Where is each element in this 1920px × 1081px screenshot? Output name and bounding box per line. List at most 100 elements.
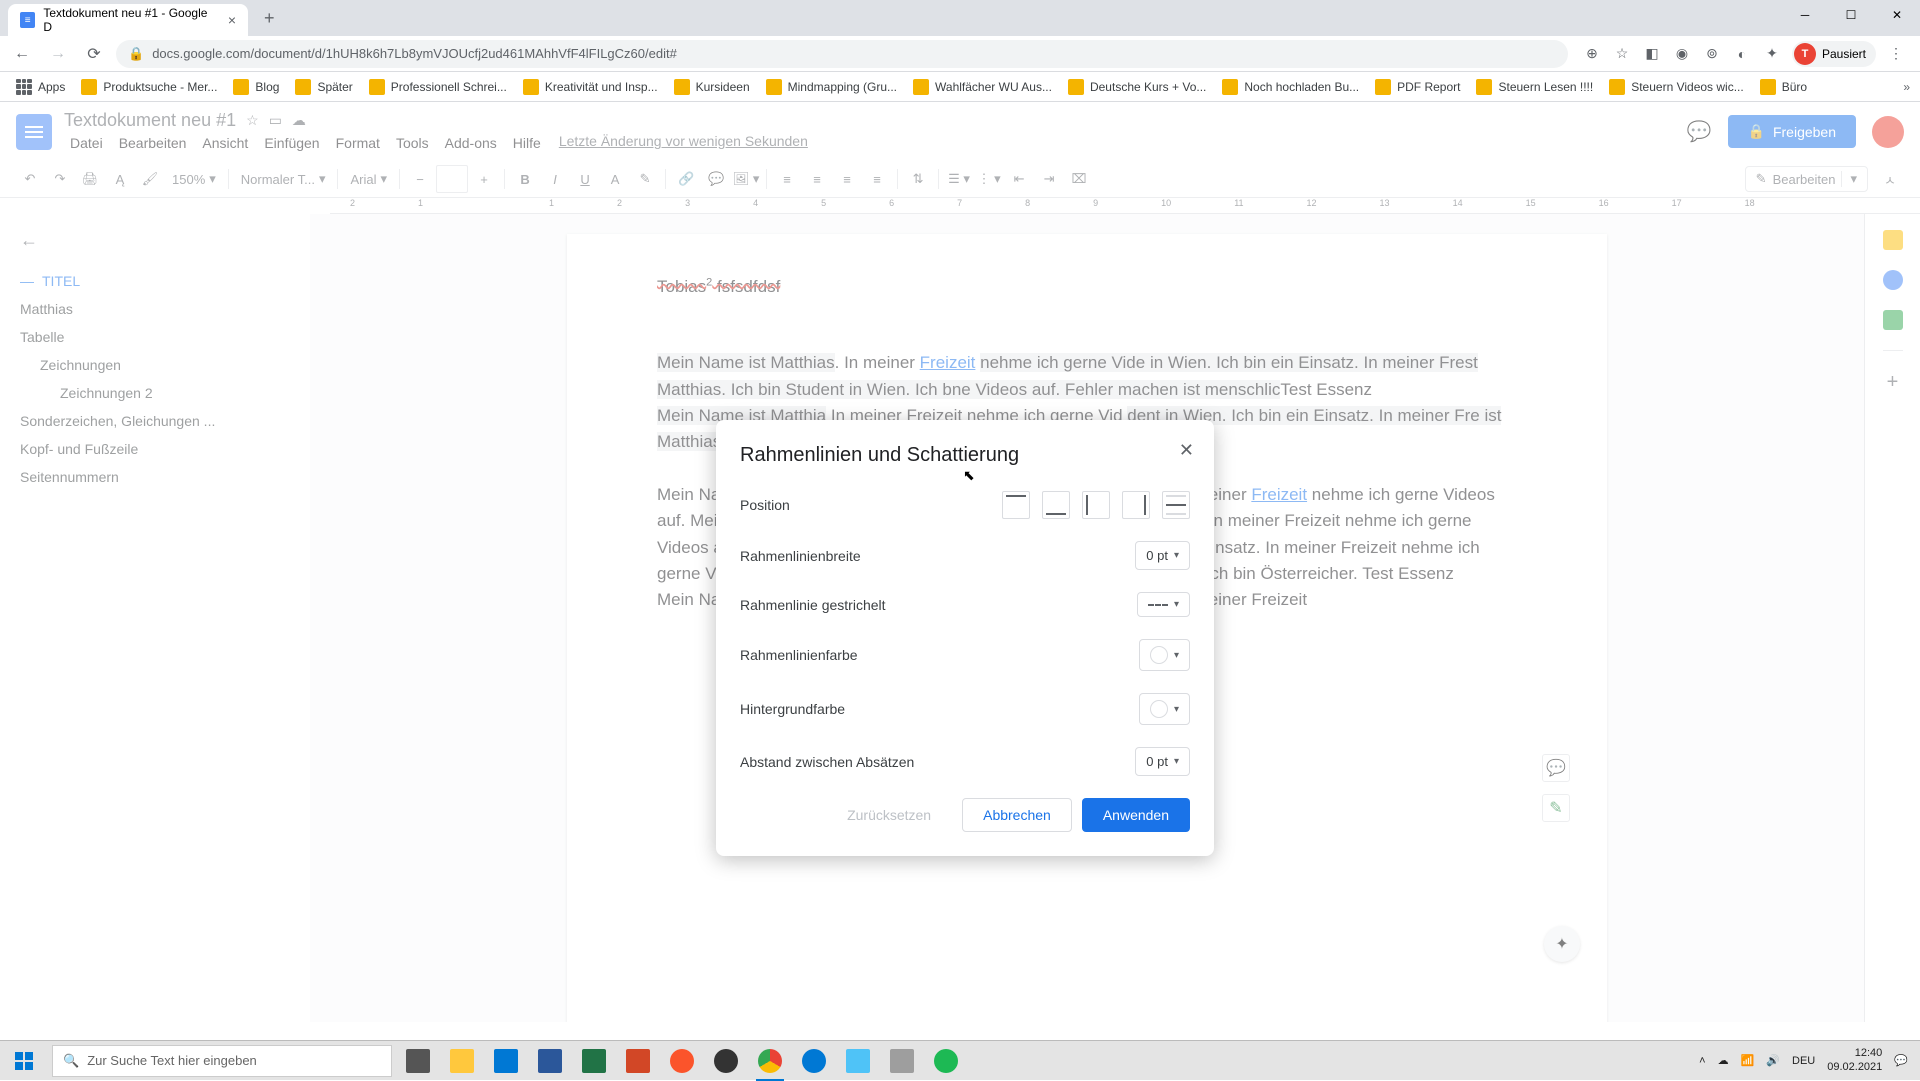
- extensions-menu-icon[interactable]: ✦: [1762, 44, 1782, 64]
- folder-icon: [523, 79, 539, 95]
- extension-icon-3[interactable]: ⊚: [1702, 44, 1722, 64]
- new-tab-button[interactable]: +: [256, 4, 283, 33]
- folder-icon: [1476, 79, 1492, 95]
- bookmark-item[interactable]: Büro: [1754, 75, 1813, 99]
- extension-icon-4[interactable]: ◐: [1732, 44, 1752, 64]
- folder-icon: [369, 79, 385, 95]
- apply-button[interactable]: Anwenden: [1082, 798, 1190, 832]
- volume-icon[interactable]: 🔊: [1766, 1054, 1780, 1067]
- spacing-label: Abstand zwischen Absätzen: [740, 754, 914, 770]
- back-button[interactable]: ←: [8, 40, 36, 68]
- dialog-close-button[interactable]: ✕: [1179, 440, 1194, 461]
- taskbar-apps: [396, 1041, 968, 1081]
- bookmarks-overflow-icon[interactable]: »: [1903, 80, 1910, 94]
- spotify-button[interactable]: [924, 1041, 968, 1081]
- chrome-button[interactable]: [748, 1041, 792, 1081]
- task-view-button[interactable]: [396, 1041, 440, 1081]
- bookmark-item[interactable]: Noch hochladen Bu...: [1216, 75, 1365, 99]
- edge-button[interactable]: [792, 1041, 836, 1081]
- lock-icon: 🔒: [128, 46, 144, 62]
- close-window-button[interactable]: ✕: [1874, 0, 1920, 30]
- folder-icon: [1375, 79, 1391, 95]
- brave-button[interactable]: [660, 1041, 704, 1081]
- onedrive-icon[interactable]: ☁: [1718, 1054, 1729, 1067]
- extension-icon-2[interactable]: ◉: [1672, 44, 1692, 64]
- obs-button[interactable]: [704, 1041, 748, 1081]
- border-dash-select[interactable]: ▾: [1137, 592, 1190, 617]
- folder-icon: [674, 79, 690, 95]
- border-color-label: Rahmenlinienfarbe: [740, 647, 858, 663]
- profile-badge[interactable]: T Pausiert: [1792, 41, 1876, 67]
- border-bottom-button[interactable]: [1042, 491, 1070, 519]
- clock[interactable]: 12:40 09.02.2021: [1827, 1047, 1882, 1073]
- tray-chevron-icon[interactable]: ˄: [1699, 1055, 1705, 1067]
- color-swatch-icon: [1150, 700, 1168, 718]
- profile-status: Pausiert: [1822, 47, 1866, 61]
- folder-icon: [1222, 79, 1238, 95]
- border-between-button[interactable]: [1162, 491, 1190, 519]
- zoom-icon[interactable]: ⊕: [1582, 44, 1602, 64]
- docs-favicon: ≡: [20, 12, 35, 28]
- tab-close-icon[interactable]: ×: [228, 12, 236, 28]
- file-explorer-button[interactable]: [440, 1041, 484, 1081]
- bookmarks-bar: Apps Produktsuche - Mer... Blog Später P…: [0, 72, 1920, 102]
- taskbar-search[interactable]: 🔍 Zur Suche Text hier eingeben: [52, 1045, 392, 1077]
- border-left-button[interactable]: [1082, 491, 1110, 519]
- start-button[interactable]: [0, 1041, 48, 1081]
- apps-bookmark[interactable]: Apps: [10, 75, 71, 99]
- chrome-menu-icon[interactable]: ⋮: [1886, 44, 1906, 64]
- mail-button[interactable]: [484, 1041, 528, 1081]
- dialog-title: Rahmenlinien und Schattierung: [740, 444, 1190, 467]
- spacing-select[interactable]: 0 pt▾: [1135, 747, 1190, 776]
- folder-icon: [233, 79, 249, 95]
- language-indicator[interactable]: DEU: [1792, 1055, 1815, 1067]
- folder-icon: [81, 79, 97, 95]
- docs-app: Textdokument neu #1 ☆ ▭ ☁ Datei Bearbeit…: [0, 102, 1920, 1040]
- bookmark-item[interactable]: Blog: [227, 75, 285, 99]
- bookmark-item[interactable]: Deutsche Kurs + Vo...: [1062, 75, 1212, 99]
- reset-button[interactable]: Zurücksetzen: [826, 798, 952, 832]
- bookmark-item[interactable]: Produktsuche - Mer...: [75, 75, 223, 99]
- bg-color-select[interactable]: ▾: [1139, 693, 1190, 725]
- border-width-select[interactable]: 0 pt▾: [1135, 541, 1190, 570]
- powerpoint-button[interactable]: [616, 1041, 660, 1081]
- browser-chrome: ≡ Textdokument neu #1 - Google D × + ─ ☐…: [0, 0, 1920, 102]
- bookmark-item[interactable]: Mindmapping (Gru...: [760, 75, 903, 99]
- folder-icon: [1068, 79, 1084, 95]
- notepad-button[interactable]: [836, 1041, 880, 1081]
- bookmark-item[interactable]: Später: [289, 75, 358, 99]
- border-top-button[interactable]: [1002, 491, 1030, 519]
- profile-avatar-icon: T: [1794, 43, 1816, 65]
- maximize-button[interactable]: ☐: [1828, 0, 1874, 30]
- color-swatch-icon: [1150, 646, 1168, 664]
- bookmark-item[interactable]: Kursideen: [668, 75, 756, 99]
- folder-icon: [1760, 79, 1776, 95]
- url-input[interactable]: 🔒 docs.google.com/document/d/1hUH8k6h7Lb…: [116, 40, 1568, 68]
- bookmark-item[interactable]: Wahlfächer WU Aus...: [907, 75, 1058, 99]
- border-dash-label: Rahmenlinie gestrichelt: [740, 597, 886, 613]
- forward-button[interactable]: →: [44, 40, 72, 68]
- bookmark-item[interactable]: PDF Report: [1369, 75, 1466, 99]
- bookmark-item[interactable]: Kreativität und Insp...: [517, 75, 664, 99]
- bookmark-item[interactable]: Professionell Schrei...: [363, 75, 513, 99]
- bookmark-star-icon[interactable]: ☆: [1612, 44, 1632, 64]
- border-right-button[interactable]: [1122, 491, 1150, 519]
- extension-icon-1[interactable]: ◧: [1642, 44, 1662, 64]
- bookmark-item[interactable]: Steuern Videos wic...: [1603, 75, 1750, 99]
- bookmark-item[interactable]: Steuern Lesen !!!!: [1470, 75, 1599, 99]
- windows-logo-icon: [15, 1052, 33, 1070]
- notifications-icon[interactable]: 💬: [1894, 1054, 1908, 1067]
- cancel-button[interactable]: Abbrechen: [962, 798, 1072, 832]
- browser-tab[interactable]: ≡ Textdokument neu #1 - Google D ×: [8, 4, 248, 36]
- wifi-icon[interactable]: 📶: [1741, 1054, 1755, 1067]
- reload-button[interactable]: ⟳: [80, 40, 108, 68]
- word-button[interactable]: [528, 1041, 572, 1081]
- border-width-label: Rahmenlinienbreite: [740, 548, 861, 564]
- address-bar: ← → ⟳ 🔒 docs.google.com/document/d/1hUH8…: [0, 36, 1920, 72]
- border-color-select[interactable]: ▾: [1139, 639, 1190, 671]
- folder-icon: [766, 79, 782, 95]
- minimize-button[interactable]: ─: [1782, 0, 1828, 30]
- app-button[interactable]: [880, 1041, 924, 1081]
- excel-button[interactable]: [572, 1041, 616, 1081]
- folder-icon: [295, 79, 311, 95]
